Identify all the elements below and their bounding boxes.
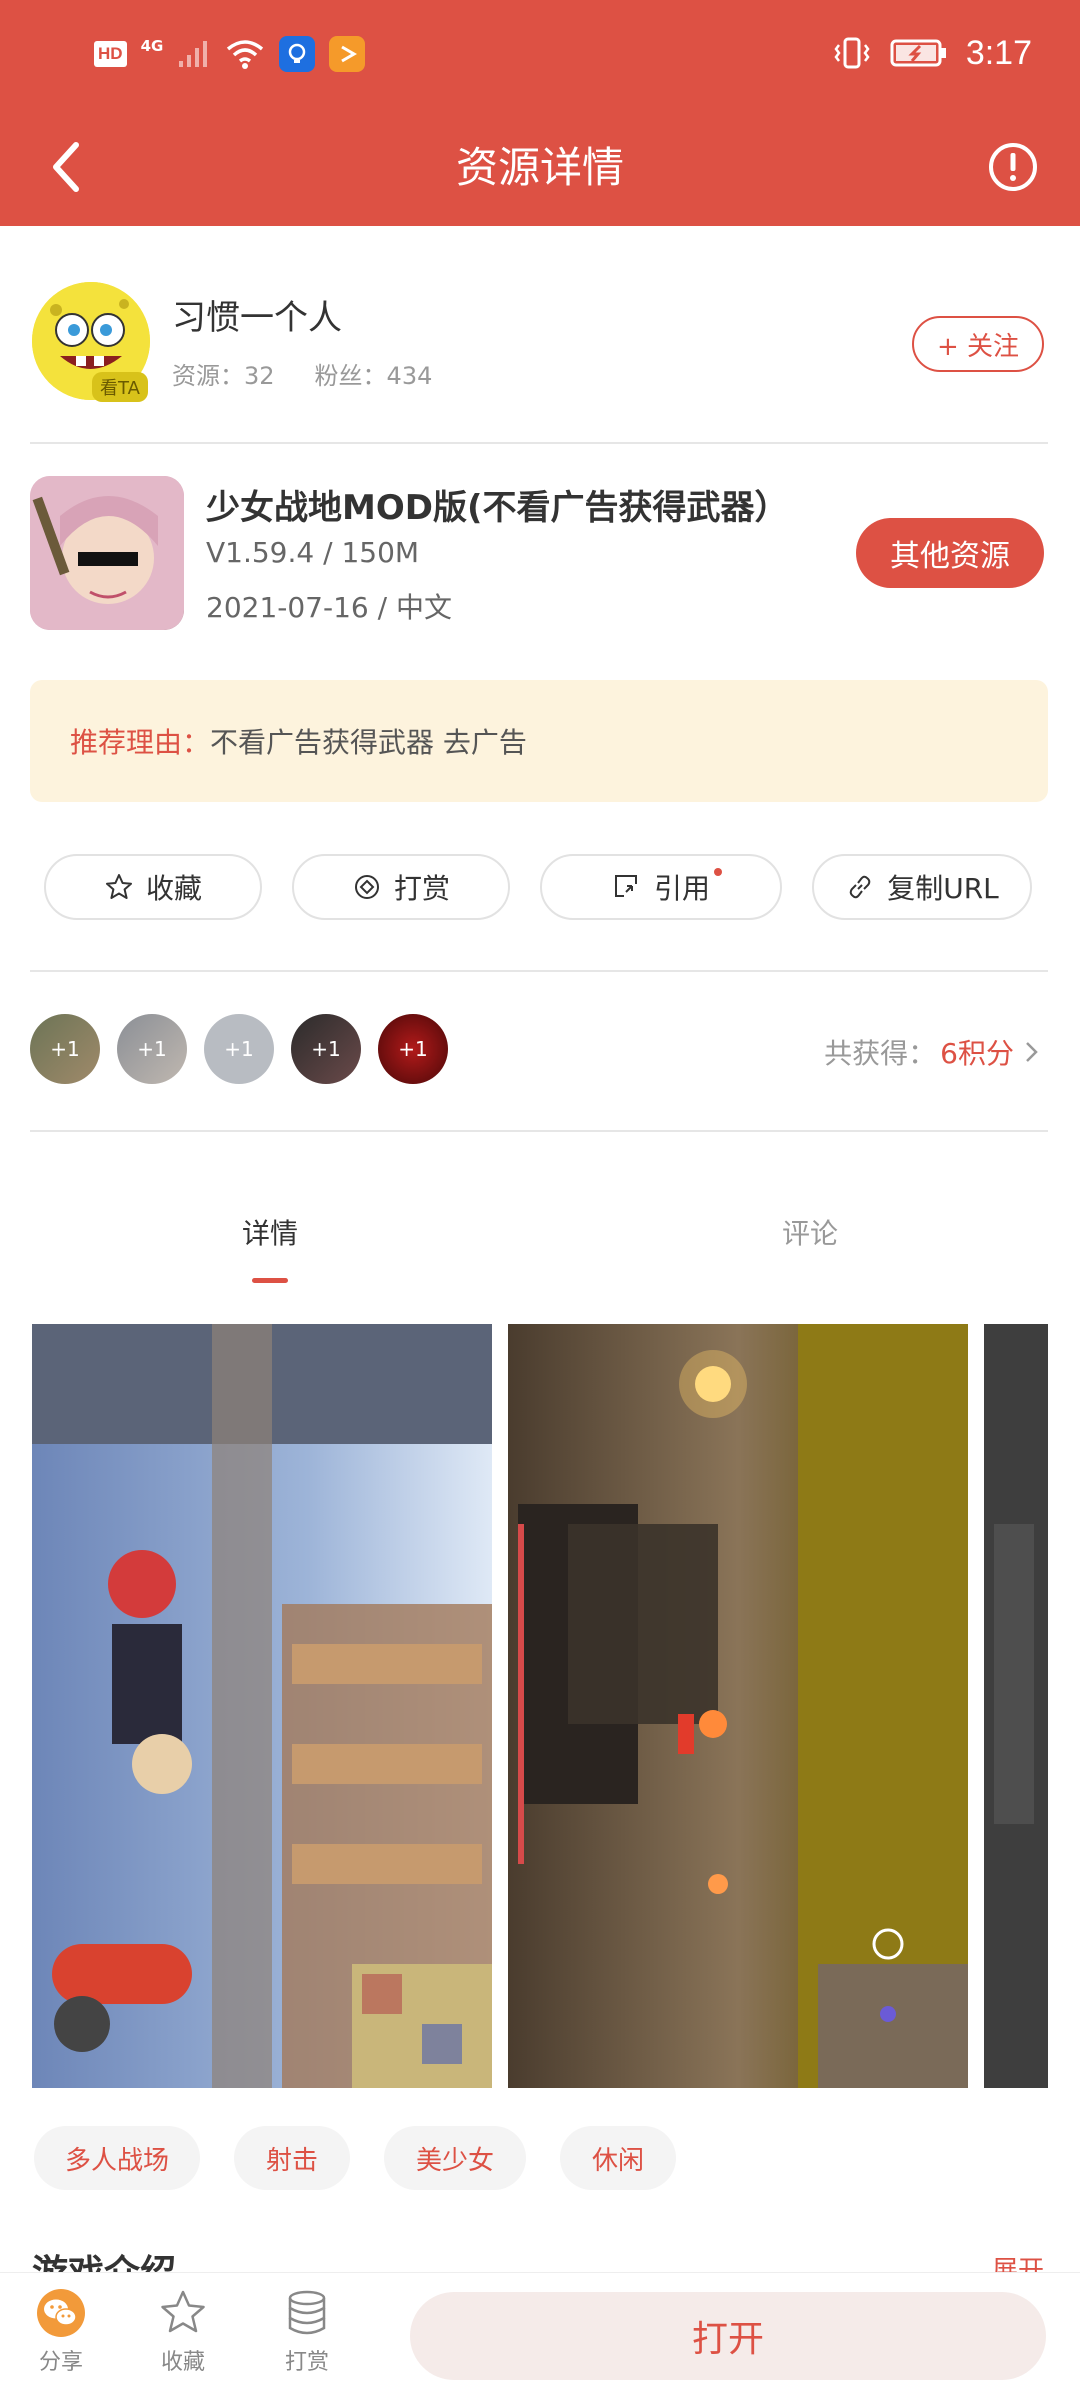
view-ta-badge[interactable]: 看TA bbox=[92, 372, 148, 402]
supporter-badge: +1 bbox=[50, 1037, 80, 1061]
fans-count: 粉丝：434 bbox=[314, 362, 433, 390]
recommend-label: 推荐理由： bbox=[70, 726, 211, 759]
favorite-label: 收藏 bbox=[160, 2350, 205, 2375]
app-icon-art bbox=[30, 476, 184, 630]
screenshot[interactable] bbox=[508, 1324, 968, 2088]
earned-points-link[interactable]: 共获得： 6积分 bbox=[824, 1032, 1044, 1072]
wechat-icon bbox=[37, 2289, 85, 2337]
star-icon bbox=[161, 2290, 205, 2333]
quote-action-label: 引用 bbox=[653, 872, 710, 905]
tag-chip[interactable]: 多人战场 bbox=[34, 2126, 200, 2190]
favorite-button[interactable]: 收藏 bbox=[138, 2288, 228, 2376]
exclamation-circle-icon bbox=[989, 143, 1037, 191]
vibrate-icon bbox=[834, 37, 870, 69]
screenshot[interactable] bbox=[984, 1324, 1048, 2088]
app-date-language: 2021-07-16 / 中文 bbox=[206, 591, 452, 624]
reward-action-label: 打赏 bbox=[393, 872, 450, 905]
supporter-badge: +1 bbox=[224, 1037, 254, 1061]
recommend-box: 推荐理由： 不看广告获得武器 去广告 bbox=[30, 680, 1048, 802]
favorite-action-label: 收藏 bbox=[145, 872, 202, 905]
wifi-icon bbox=[227, 40, 264, 69]
active-tab-indicator bbox=[252, 1278, 288, 1283]
app-version-size: V1.59.4 / 150M bbox=[206, 536, 420, 569]
supporter-avatar[interactable]: +1 bbox=[204, 1014, 274, 1084]
resource-count: 资源：32 bbox=[172, 362, 275, 390]
page-title: 资源详情 bbox=[455, 143, 624, 192]
supporter-badge: +1 bbox=[137, 1037, 167, 1061]
recommend-text: 不看广告获得武器 去广告 bbox=[210, 726, 527, 759]
open-button[interactable]: 打开 bbox=[410, 2292, 1046, 2380]
divider bbox=[30, 970, 1048, 972]
hd-indicator: HD bbox=[94, 41, 127, 67]
signal-icon bbox=[179, 41, 208, 67]
screenshot-image bbox=[508, 1324, 968, 2088]
screenshot-image bbox=[32, 1324, 492, 2088]
supporter-avatar[interactable]: +1 bbox=[30, 1014, 100, 1084]
battery-icon bbox=[890, 39, 946, 67]
supporter-badge: +1 bbox=[398, 1037, 428, 1061]
app-name: 少女战地MOD版(不看广告获得武器） bbox=[206, 488, 789, 528]
status-bar-left: HD 4G bbox=[94, 34, 366, 74]
author-stats: 资源：32 粉丝：434 bbox=[172, 356, 432, 391]
divider bbox=[30, 1130, 1048, 1132]
tag-chip[interactable]: 美少女 bbox=[384, 2126, 526, 2190]
favorite-action-button[interactable]: 收藏 bbox=[44, 854, 262, 920]
quote-action-button[interactable]: 引用 bbox=[540, 854, 782, 920]
notification-app-icon bbox=[279, 36, 316, 72]
author-name[interactable]: 习惯一个人 bbox=[172, 290, 342, 339]
network-type: 4G bbox=[140, 37, 164, 55]
share-button[interactable]: 分享 bbox=[16, 2288, 106, 2376]
tab-comments[interactable]: 评论 bbox=[782, 1212, 838, 1252]
screenshot[interactable] bbox=[32, 1324, 492, 2088]
earned-value: 6积分 bbox=[940, 1037, 1014, 1070]
reward-action-button[interactable]: 打赏 bbox=[292, 854, 510, 920]
notification-play-icon bbox=[329, 36, 366, 72]
tag-chip[interactable]: 休闲 bbox=[560, 2126, 676, 2190]
copy-url-action-button[interactable]: 复制URL bbox=[812, 854, 1032, 920]
supporter-avatar[interactable]: +1 bbox=[291, 1014, 361, 1084]
report-button[interactable] bbox=[982, 136, 1044, 198]
star-icon bbox=[105, 874, 132, 899]
status-bar-right: 3:17 bbox=[832, 30, 1032, 76]
share-label: 分享 bbox=[38, 2350, 83, 2375]
reward-label: 打赏 bbox=[284, 2350, 329, 2375]
copy-url-action-label: 复制URL bbox=[887, 872, 999, 905]
tab-details[interactable]: 详情 bbox=[242, 1212, 298, 1252]
new-dot bbox=[714, 868, 722, 876]
clock: 3:17 bbox=[965, 33, 1032, 72]
tag-chip[interactable]: 射击 bbox=[234, 2126, 350, 2190]
supporter-avatar[interactable]: +1 bbox=[378, 1014, 448, 1084]
supporter-badge: +1 bbox=[311, 1037, 341, 1061]
follow-button[interactable]: + 关注 bbox=[912, 316, 1044, 372]
chevron-right-icon bbox=[1026, 1042, 1038, 1062]
screenshot-image bbox=[984, 1324, 1048, 2088]
other-resources-button[interactable]: 其他资源 bbox=[856, 518, 1044, 588]
quote-icon bbox=[614, 875, 637, 897]
reward-button[interactable]: 打赏 bbox=[262, 2288, 352, 2376]
earned-label: 共获得： bbox=[824, 1037, 937, 1070]
coins-icon bbox=[288, 2290, 326, 2335]
supporter-avatar[interactable]: +1 bbox=[117, 1014, 187, 1084]
app-icon bbox=[30, 476, 184, 630]
link-icon bbox=[849, 875, 871, 899]
reward-icon bbox=[354, 875, 379, 899]
divider bbox=[30, 442, 1048, 444]
